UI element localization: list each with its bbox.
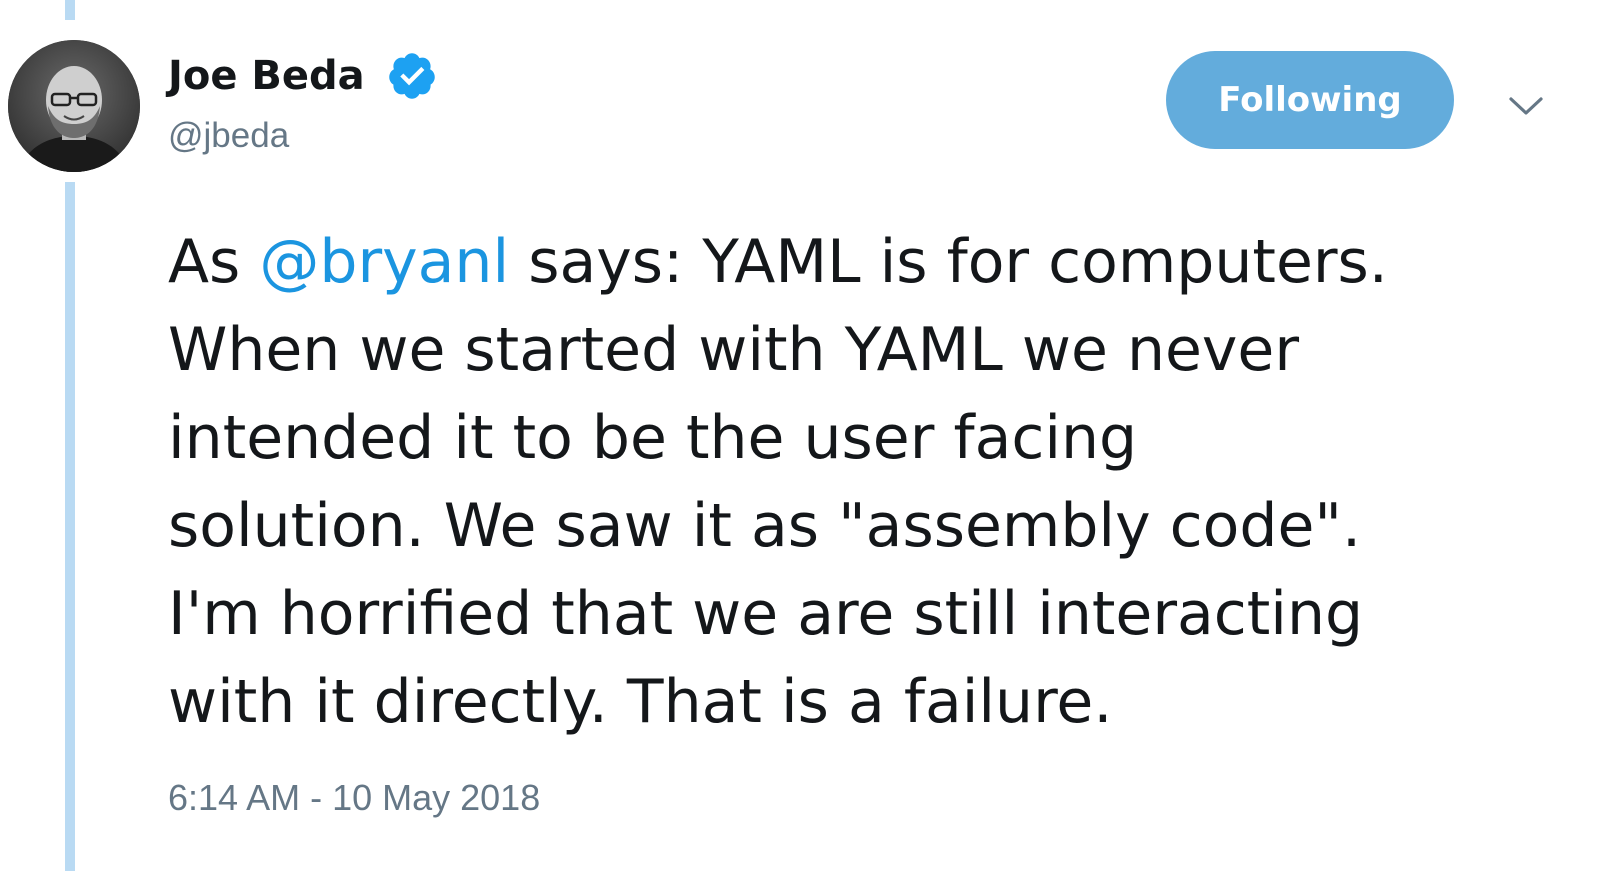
- tweet-text-line5: I'm horrified that we are still interact…: [168, 579, 1364, 649]
- tweet-timestamp[interactable]: 6:14 AM - 10 May 2018: [168, 776, 540, 820]
- tweet-text: As @bryanl says: YAML is for computers. W…: [168, 218, 1568, 746]
- mention-link[interactable]: @bryanl: [259, 227, 509, 297]
- tweet-text-line2: When we started with YAML we never: [168, 315, 1300, 385]
- thread-line-bottom: [65, 182, 75, 871]
- profile-photo-icon: [8, 40, 140, 172]
- tweet-text-line6: with it directly. That is a failure.: [168, 667, 1113, 737]
- chevron-down-icon[interactable]: [1506, 92, 1546, 120]
- following-button[interactable]: Following: [1166, 51, 1454, 149]
- author-name[interactable]: Joe Beda: [168, 50, 365, 102]
- verified-badge-icon: [389, 53, 435, 99]
- avatar[interactable]: [8, 40, 140, 172]
- author-handle[interactable]: @jbeda: [168, 114, 289, 158]
- tweet-text-line4: solution. We saw it as "assembly code".: [168, 491, 1362, 561]
- tweet-text-line3: intended it to be the user facing: [168, 403, 1138, 473]
- thread-line-top: [65, 0, 75, 20]
- tweet-text-line1-rest: says: YAML is for computers.: [509, 227, 1388, 297]
- tweet-text-prefix: As: [168, 227, 260, 297]
